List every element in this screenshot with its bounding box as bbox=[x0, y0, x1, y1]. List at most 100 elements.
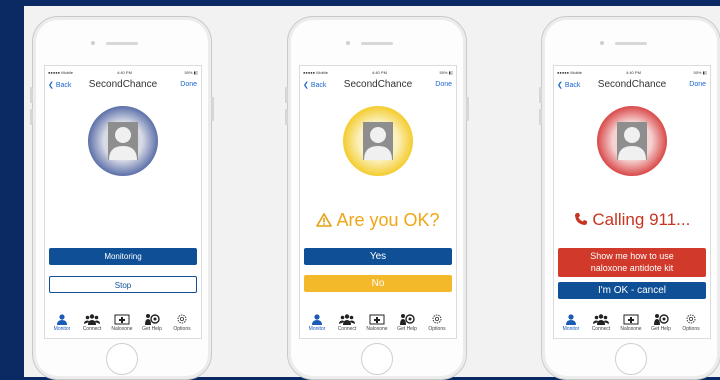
tab-label: Connect bbox=[82, 326, 102, 332]
tab-monitor[interactable]: Monitor bbox=[48, 313, 76, 332]
volume-button bbox=[285, 109, 288, 125]
power-button bbox=[466, 97, 469, 121]
tab-label: Get Help bbox=[397, 326, 417, 332]
person-icon bbox=[57, 314, 67, 325]
tab-label: Naloxone bbox=[111, 326, 133, 332]
avatar-image bbox=[88, 106, 158, 176]
carrier-label: ●●●●● Mobile bbox=[303, 70, 328, 75]
tab-label: Monitor bbox=[53, 326, 71, 332]
monitoring-button[interactable]: Monitoring bbox=[49, 248, 197, 265]
tab-label: Get Help bbox=[651, 326, 671, 332]
home-button[interactable] bbox=[106, 343, 138, 375]
help-people-icon bbox=[145, 314, 160, 325]
battery-indicator: 50% ▮▯ bbox=[184, 70, 198, 75]
done-button[interactable]: Done bbox=[180, 81, 197, 88]
first-aid-kit-icon bbox=[114, 314, 130, 325]
tab-options[interactable]: Options bbox=[677, 313, 705, 332]
page-title: SecondChance bbox=[88, 79, 158, 90]
tab-label: Options bbox=[173, 326, 191, 332]
tab-label: Naloxone bbox=[366, 326, 388, 332]
first-aid-kit-icon bbox=[623, 314, 639, 325]
earpiece-speaker bbox=[361, 42, 393, 45]
tab-monitor[interactable]: Monitor bbox=[303, 313, 331, 332]
status-bar: ●●●●● Mobile 4:40 PM 50% ▮▯ bbox=[300, 70, 456, 78]
button-line: naloxone antidote kit bbox=[590, 263, 674, 273]
tab-connect[interactable]: Connect bbox=[587, 313, 615, 332]
gear-icon bbox=[686, 314, 696, 324]
front-camera bbox=[600, 41, 604, 45]
group-icon bbox=[339, 314, 355, 325]
nav-bar: ❮ Back SecondChance Done bbox=[45, 78, 201, 94]
done-button[interactable]: Done bbox=[689, 81, 706, 88]
page-title: SecondChance bbox=[343, 79, 413, 90]
done-button[interactable]: Done bbox=[435, 81, 452, 88]
person-icon bbox=[312, 314, 322, 325]
alert-banner: Calling 911... bbox=[554, 210, 710, 230]
tab-connect[interactable]: Connect bbox=[78, 313, 106, 332]
volume-button bbox=[285, 87, 288, 103]
tab-connect[interactable]: Connect bbox=[333, 313, 361, 332]
user-avatar bbox=[88, 106, 158, 176]
power-button bbox=[211, 97, 214, 121]
clock: 4:40 PM bbox=[117, 70, 132, 75]
alert-banner: Are you OK? bbox=[300, 210, 456, 231]
front-camera bbox=[346, 41, 350, 45]
tab-get-help[interactable]: Get Help bbox=[138, 313, 166, 332]
group-icon bbox=[593, 314, 609, 325]
tab-label: Options bbox=[428, 326, 446, 332]
tab-label: Monitor bbox=[308, 326, 326, 332]
app-screen: ●●●●● Mobile 4:40 PM 50% ▮▯ ❮ Back Secon… bbox=[44, 65, 202, 339]
battery-indicator: 50% ▮▯ bbox=[693, 70, 707, 75]
volume-button bbox=[539, 87, 542, 103]
button-line: Show me how to use bbox=[590, 251, 674, 261]
tab-options[interactable]: Options bbox=[423, 313, 451, 332]
front-camera bbox=[91, 41, 95, 45]
help-people-icon bbox=[654, 314, 669, 325]
alert-text: Calling 911... bbox=[592, 210, 691, 229]
avatar-image bbox=[343, 106, 413, 176]
tab-bar: Monitor Connect Naloxone Get Help Option… bbox=[45, 308, 201, 338]
home-button[interactable] bbox=[361, 343, 393, 375]
tab-label: Options bbox=[682, 326, 700, 332]
clock: 4:40 PM bbox=[372, 70, 387, 75]
phone-check: ●●●●● Mobile 4:40 PM 50% ▮▯ ❮ Back Secon… bbox=[285, 16, 469, 380]
tab-naloxone[interactable]: Naloxone bbox=[108, 313, 136, 332]
carrier-label: ●●●●● Mobile bbox=[557, 70, 582, 75]
status-bar: ●●●●● Mobile 4:40 PM 50% ▮▯ bbox=[554, 70, 710, 78]
home-button[interactable] bbox=[615, 343, 647, 375]
page-title: SecondChance bbox=[597, 79, 667, 90]
alert-text: Are you OK? bbox=[336, 210, 440, 230]
help-people-icon bbox=[400, 314, 415, 325]
nav-bar: ❮ Back SecondChance Done bbox=[300, 78, 456, 94]
tab-label: Connect bbox=[337, 326, 357, 332]
status-bar: ●●●●● Mobile 4:40 PM 50% ▮▯ bbox=[45, 70, 201, 78]
battery-indicator: 50% ▮▯ bbox=[439, 70, 453, 75]
app-screen: ●●●●● Mobile 4:40 PM 50% ▮▯ ❮ Back Secon… bbox=[299, 65, 457, 339]
cancel-button[interactable]: I'm OK - cancel bbox=[558, 282, 706, 299]
tab-get-help[interactable]: Get Help bbox=[393, 313, 421, 332]
no-button[interactable]: No bbox=[304, 275, 452, 292]
tab-options[interactable]: Options bbox=[168, 313, 196, 332]
tab-bar: Monitor Connect Naloxone Get Help Option… bbox=[300, 308, 456, 338]
tab-naloxone[interactable]: Naloxone bbox=[363, 313, 391, 332]
phone-calling: ●●●●● Mobile 4:40 PM 50% ▮▯ ❮ Back Secon… bbox=[539, 16, 720, 380]
user-avatar bbox=[597, 106, 667, 176]
phone-monitoring: ●●●●● Mobile 4:40 PM 50% ▮▯ ❮ Back Secon… bbox=[30, 16, 214, 380]
tab-monitor[interactable]: Monitor bbox=[557, 313, 585, 332]
app-screen: ●●●●● Mobile 4:40 PM 50% ▮▯ ❮ Back Secon… bbox=[553, 65, 711, 339]
gear-icon bbox=[177, 314, 187, 324]
naloxone-instructions-button[interactable]: Show me how to use naloxone antidote kit bbox=[558, 248, 706, 277]
tab-naloxone[interactable]: Naloxone bbox=[617, 313, 645, 332]
gear-icon bbox=[432, 314, 442, 324]
tab-label: Naloxone bbox=[620, 326, 642, 332]
tab-label: Connect bbox=[591, 326, 611, 332]
avatar-image bbox=[597, 106, 667, 176]
yes-button[interactable]: Yes bbox=[304, 248, 452, 265]
phone-icon bbox=[574, 213, 587, 225]
tab-get-help[interactable]: Get Help bbox=[647, 313, 675, 332]
stop-button[interactable]: Stop bbox=[49, 276, 197, 293]
tab-label: Get Help bbox=[142, 326, 162, 332]
tab-label: Monitor bbox=[562, 326, 580, 332]
group-icon bbox=[84, 314, 100, 325]
nav-bar: ❮ Back SecondChance Done bbox=[554, 78, 710, 94]
